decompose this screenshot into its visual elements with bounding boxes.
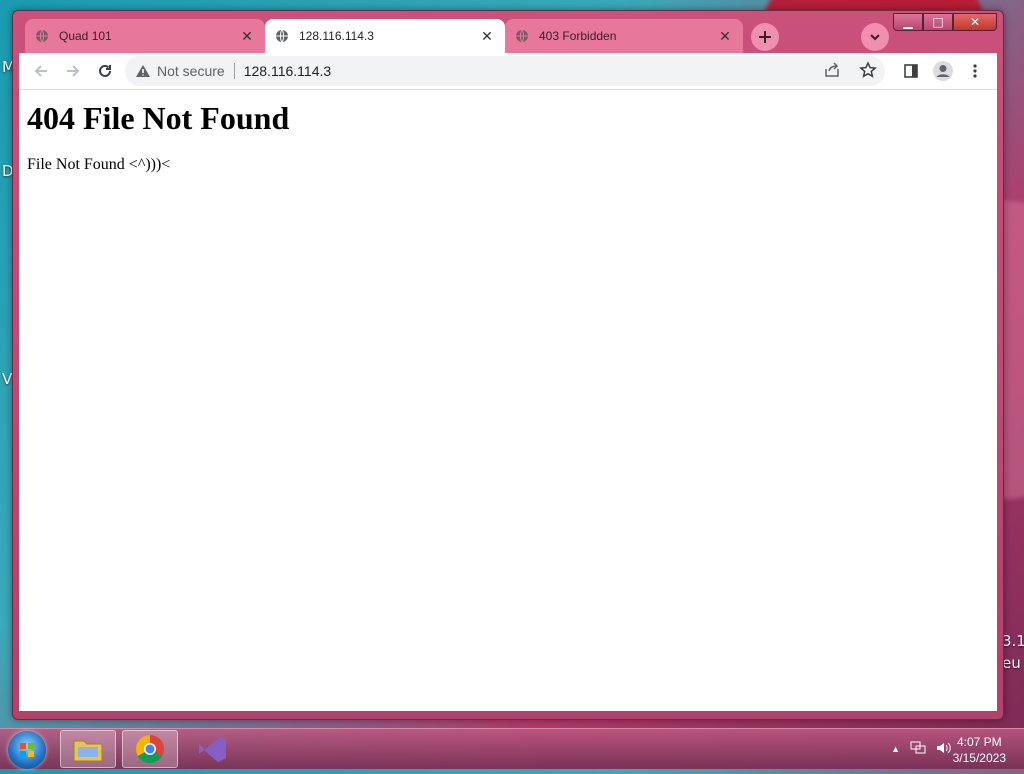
chrome-icon bbox=[136, 735, 164, 763]
arrow-left-icon bbox=[34, 65, 47, 77]
desktop-icon-label: V bbox=[2, 370, 13, 388]
taskbar-visual-studio[interactable] bbox=[184, 730, 240, 768]
tab-128-116-114-3[interactable]: 128.116.114.3 ✕ bbox=[265, 19, 505, 53]
side-panel-button[interactable] bbox=[895, 55, 927, 87]
reload-icon bbox=[99, 64, 111, 77]
start-button[interactable] bbox=[8, 731, 46, 769]
close-tab-icon[interactable]: ✕ bbox=[479, 28, 495, 44]
tab-quad-101[interactable]: Quad 101 ✕ bbox=[25, 19, 265, 53]
desktop-icon-label: 3.1 bbox=[1002, 632, 1024, 650]
taskbar-file-explorer[interactable] bbox=[60, 730, 116, 768]
tab-title: 403 Forbidden bbox=[539, 29, 617, 43]
taskbar-clock[interactable]: 4:07 PM 3/15/2023 bbox=[953, 734, 1006, 766]
system-tray: ▲ bbox=[891, 741, 952, 758]
clock-time: 4:07 PM bbox=[956, 735, 1002, 749]
globe-icon bbox=[275, 29, 289, 43]
kebab-menu-icon bbox=[973, 64, 977, 78]
new-tab-button[interactable] bbox=[751, 23, 779, 51]
clock-date: 3/15/2023 bbox=[952, 751, 1006, 765]
address-bar-actions bbox=[823, 60, 877, 82]
tab-403-forbidden[interactable]: 403 Forbidden ✕ bbox=[505, 19, 743, 53]
visual-studio-icon bbox=[199, 736, 226, 762]
windows-logo-icon bbox=[20, 743, 34, 757]
tab-search-button[interactable] bbox=[861, 23, 889, 51]
folder-icon bbox=[73, 740, 103, 762]
browser-window: ▁ □ ✕ Quad 101 ✕ 128.116.114.3 ✕ 403 For… bbox=[12, 10, 1004, 720]
close-tab-icon[interactable]: ✕ bbox=[239, 28, 255, 44]
bookmark-star-icon[interactable] bbox=[859, 60, 877, 82]
side-panel-icon bbox=[904, 64, 918, 78]
tab-title: Quad 101 bbox=[59, 29, 112, 43]
url-text[interactable]: 128.116.114.3 bbox=[244, 63, 823, 79]
globe-icon bbox=[35, 29, 49, 43]
network-icon[interactable] bbox=[910, 741, 926, 758]
address-bar[interactable]: Not secure 128.116.114.3 bbox=[125, 56, 885, 86]
tab-title: 128.116.114.3 bbox=[299, 29, 374, 43]
globe-icon bbox=[515, 29, 529, 43]
profile-button[interactable] bbox=[927, 55, 959, 87]
address-separator bbox=[233, 63, 235, 79]
browser-toolbar: Not secure 128.116.114.3 bbox=[19, 53, 997, 90]
chevron-down-icon bbox=[870, 34, 880, 41]
show-hidden-icons-icon[interactable]: ▲ bbox=[891, 744, 900, 758]
forward-button[interactable] bbox=[57, 55, 89, 87]
arrow-right-icon bbox=[67, 65, 80, 77]
tab-strip: Quad 101 ✕ 128.116.114.3 ✕ 403 Forbidden… bbox=[25, 19, 985, 55]
reload-button[interactable] bbox=[89, 55, 121, 87]
page-heading: 404 File Not Found bbox=[27, 100, 290, 136]
avatar-icon bbox=[933, 61, 953, 81]
menu-button[interactable] bbox=[959, 55, 991, 87]
warning-icon[interactable] bbox=[133, 64, 153, 78]
security-status-label[interactable]: Not secure bbox=[157, 63, 225, 79]
close-tab-icon[interactable]: ✕ bbox=[717, 28, 733, 44]
share-icon[interactable] bbox=[823, 61, 841, 82]
back-button[interactable] bbox=[25, 55, 57, 87]
page-body-text: File Not Found <^)))< bbox=[27, 156, 171, 173]
plus-icon bbox=[759, 31, 771, 43]
desktop-icon-label: eu bbox=[1002, 654, 1021, 672]
page-content: 404 File Not Found File Not Found <^)))< bbox=[19, 90, 997, 711]
taskbar-chrome[interactable] bbox=[122, 730, 178, 768]
volume-icon[interactable] bbox=[936, 741, 952, 758]
taskbar: ▲ 4:07 PM 3/15/2023 bbox=[0, 728, 1024, 769]
